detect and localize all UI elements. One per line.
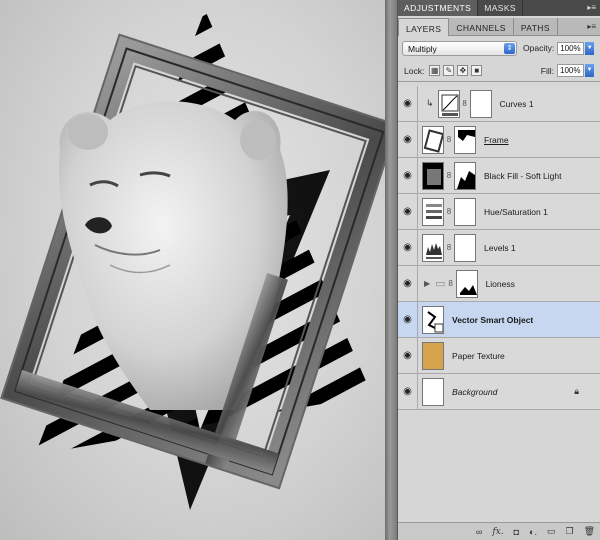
visibility-eye-icon[interactable]: ◉	[398, 301, 418, 338]
clip-arrow-icon: ↳	[426, 98, 434, 108]
hue-saturation-icon	[422, 197, 444, 226]
visibility-eye-icon[interactable]: ◉	[398, 193, 418, 230]
fill-label: Fill:	[540, 65, 554, 76]
lock-all-icon[interactable]: ■	[471, 65, 483, 76]
layers-panel-menu-icon[interactable]: ▸≡	[587, 22, 596, 31]
add-mask-icon[interactable]: ◘	[514, 527, 519, 537]
curves-adjustment-icon	[437, 89, 460, 118]
blend-mode-select[interactable]: Multiply ⇕	[402, 40, 517, 56]
layer-name: Frame	[484, 134, 509, 145]
tab-layers[interactable]: LAYERS	[398, 18, 450, 36]
opacity-dropdown-icon[interactable]: ▼	[585, 41, 595, 55]
layer-row[interactable]: ◉ Background 🔒︎	[398, 373, 600, 410]
tab-masks[interactable]: MASKS	[478, 0, 523, 16]
visibility-eye-icon[interactable]: ◉	[398, 121, 418, 158]
layer-name: Curves 1	[499, 98, 534, 109]
lock-fill-row: Lock: ▦ ✎ ✥ ■ Fill: 100% ▼	[398, 60, 600, 82]
layer-name: Black Fill - Soft Light	[484, 170, 562, 181]
layer-row[interactable]: ◉ 8 Black Fill - Soft Light	[398, 157, 600, 194]
layers-panel: ADJUSTMENTS MASKS ▸≡ LAYERS CHANNELS PAT…	[397, 0, 600, 540]
visibility-eye-icon[interactable]: ◉	[398, 157, 418, 194]
background-thumbnail	[422, 377, 444, 406]
layer-name: Hue/Saturation 1	[484, 206, 548, 217]
artwork	[0, 10, 385, 510]
fill-thumbnail	[422, 161, 444, 190]
blend-mode-value: Multiply	[408, 43, 437, 54]
tab-paths[interactable]: PATHS	[514, 18, 558, 35]
layer-row[interactable]: ◉ Vector Smart Object	[398, 301, 600, 338]
link-layers-icon[interactable]: ∞	[476, 527, 482, 537]
trash-icon[interactable]: 🗑︎	[584, 526, 595, 537]
texture-thumbnail	[422, 341, 444, 370]
link-icon: 8	[446, 135, 452, 144]
visibility-eye-icon[interactable]: ◉	[398, 229, 418, 266]
visibility-eye-icon[interactable]: ◉	[398, 337, 418, 374]
layer-mask-thumbnail	[454, 197, 476, 226]
new-adjustment-icon[interactable]: ◐.	[529, 527, 537, 537]
visibility-eye-icon[interactable]: ◉	[398, 85, 418, 122]
select-arrows-icon: ⇕	[504, 42, 515, 54]
frame-thumbnail	[422, 125, 444, 154]
link-icon: 8	[462, 99, 467, 108]
levels-icon	[422, 233, 444, 262]
layer-mask-thumbnail	[455, 269, 478, 298]
new-layer-icon[interactable]: ❐	[565, 526, 573, 537]
opacity-input[interactable]: 100%	[557, 41, 585, 55]
layer-name: Lioness	[485, 278, 515, 289]
layer-row[interactable]: ◉ 8 Frame	[398, 121, 600, 158]
layer-mask-thumbnail	[454, 125, 476, 154]
canvas-scroll-edge	[385, 0, 397, 540]
layer-row[interactable]: ◉ 8 Hue/Saturation 1	[398, 193, 600, 230]
blend-opacity-row: Multiply ⇕ Opacity: 100% ▼	[398, 36, 600, 60]
layers-bottom-toolbar: ∞ fx. ◘ ◐. ▭ ❐ 🗑︎	[398, 522, 600, 540]
fx-icon[interactable]: fx.	[492, 527, 503, 537]
visibility-eye-icon[interactable]: ◉	[398, 373, 418, 410]
lock-pixels-icon[interactable]: ✎	[443, 65, 455, 76]
layer-name: Paper Texture	[452, 350, 505, 361]
tab-adjustments[interactable]: ADJUSTMENTS	[398, 0, 479, 16]
lock-position-icon[interactable]: ✥	[457, 65, 469, 76]
lock-transparency-icon[interactable]: ▦	[429, 65, 441, 76]
layer-name: Background	[452, 386, 498, 397]
adjustments-tab-row: ADJUSTMENTS MASKS ▸≡	[398, 0, 600, 16]
layer-mask-thumbnail	[454, 161, 476, 190]
tab-channels[interactable]: CHANNELS	[449, 18, 514, 35]
link-icon: 8	[446, 207, 452, 216]
link-icon: 8	[448, 279, 453, 288]
layer-name: Levels 1	[484, 242, 516, 253]
layer-row[interactable]: ◉ ↳ 8 Curves 1	[398, 85, 600, 122]
layers-list: ◉ ↳ 8 Curves 1 ◉ 8 Frame ◉ 8 Black Fill …	[398, 85, 600, 410]
layers-tab-row: LAYERS CHANNELS PATHS ▸≡	[398, 18, 600, 36]
document-canvas[interactable]	[0, 0, 385, 540]
panel-menu-icon[interactable]: ▸≡	[587, 3, 596, 12]
layer-mask-thumbnail	[454, 233, 476, 262]
layer-mask-thumbnail	[469, 89, 492, 118]
visibility-eye-icon[interactable]: ◉	[398, 265, 418, 302]
layer-name: Vector Smart Object	[452, 314, 534, 325]
layer-row[interactable]: ◉ Paper Texture	[398, 337, 600, 374]
lock-icon: 🔒︎	[574, 386, 579, 396]
layer-row[interactable]: ◉ ▶ ▭ 8 Lioness	[398, 265, 600, 302]
link-icon: 8	[446, 171, 452, 180]
lock-label: Lock:	[404, 65, 425, 76]
layer-row[interactable]: ◉ 8 Levels 1	[398, 229, 600, 266]
fill-input[interactable]: 100%	[557, 64, 584, 77]
folder-icon: ▭	[435, 278, 446, 290]
smart-object-icon	[422, 305, 444, 334]
new-group-icon[interactable]: ▭	[547, 526, 556, 537]
opacity-label: Opacity:	[523, 43, 555, 53]
expand-triangle-icon[interactable]: ▶	[424, 279, 430, 288]
fill-dropdown-icon[interactable]: ▼	[585, 64, 594, 77]
link-icon: 8	[446, 243, 452, 252]
